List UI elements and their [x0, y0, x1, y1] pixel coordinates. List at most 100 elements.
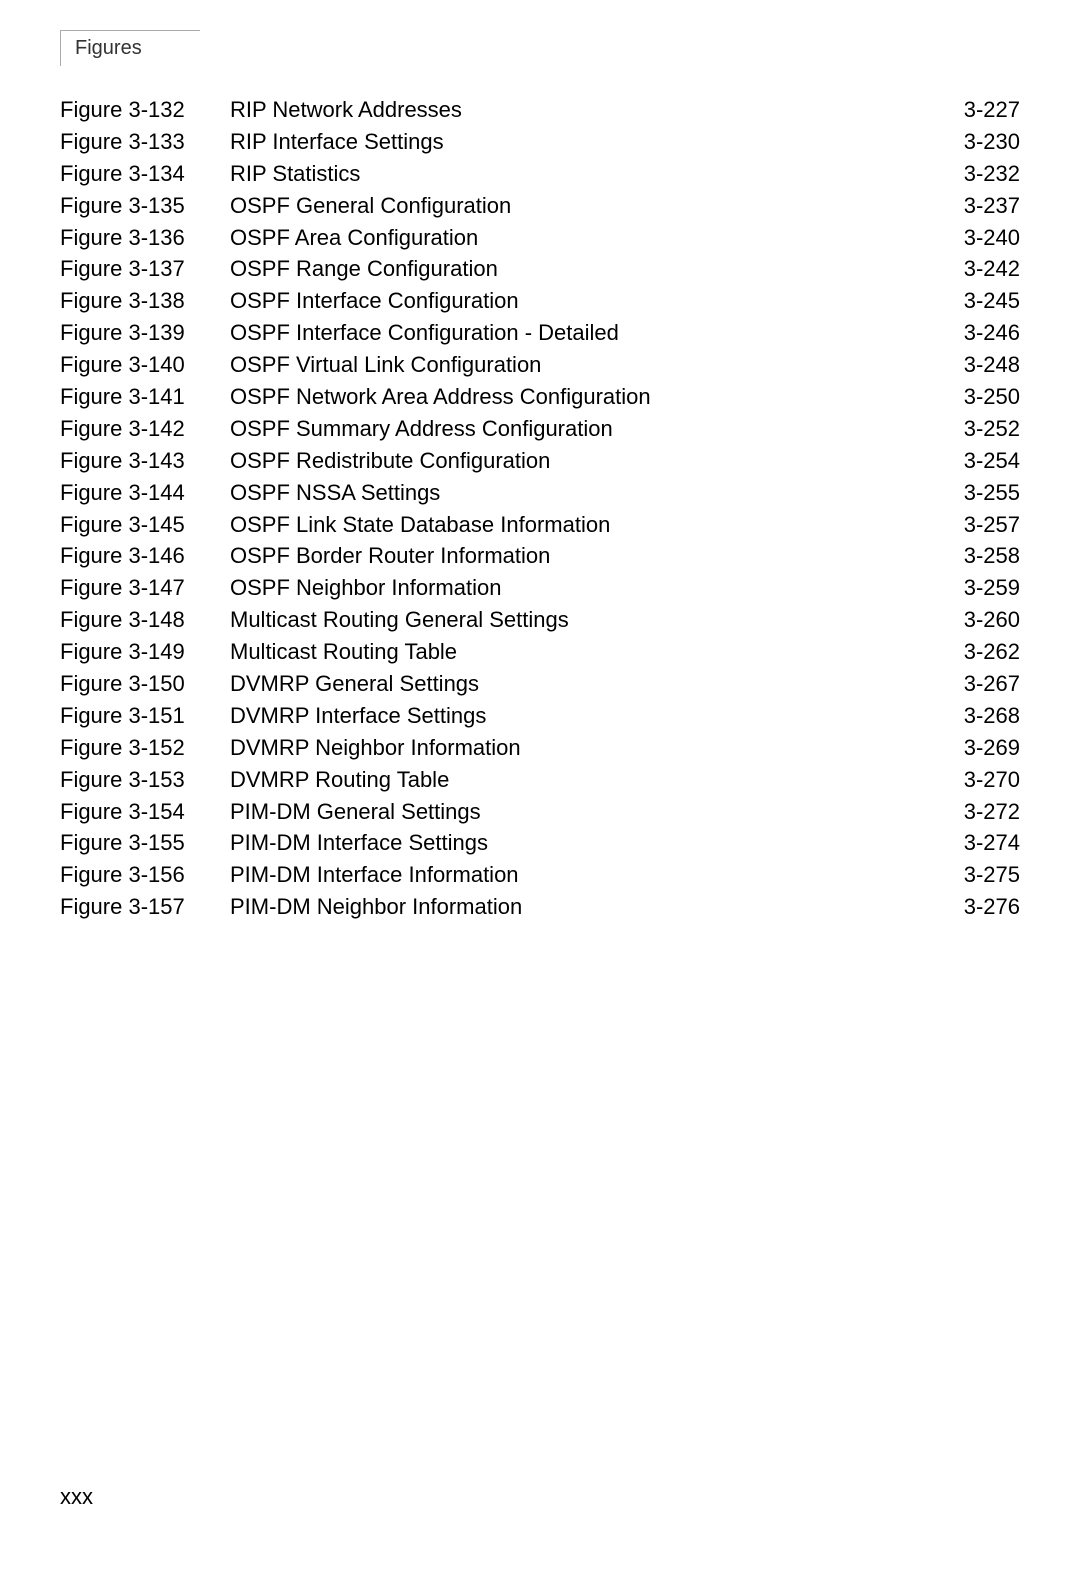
figure-row: Figure 3-142OSPF Summary Address Configu…: [60, 413, 1020, 445]
figure-page: 3-248: [930, 349, 1020, 381]
page-number: xxx: [60, 1484, 93, 1510]
figure-title: OSPF General Configuration: [230, 190, 930, 222]
figure-row: Figure 3-150DVMRP General Settings3-267: [60, 668, 1020, 700]
figure-id: Figure 3-134: [60, 158, 230, 190]
figure-row: Figure 3-139OSPF Interface Configuration…: [60, 317, 1020, 349]
figure-page: 3-255: [930, 477, 1020, 509]
figure-title: PIM-DM Interface Information: [230, 859, 930, 891]
figure-id: Figure 3-139: [60, 317, 230, 349]
figure-title: DVMRP Interface Settings: [230, 700, 930, 732]
figure-row: Figure 3-138OSPF Interface Configuration…: [60, 285, 1020, 317]
figure-id: Figure 3-133: [60, 126, 230, 158]
figure-row: Figure 3-137OSPF Range Configuration3-24…: [60, 253, 1020, 285]
figure-title: OSPF Border Router Information: [230, 540, 930, 572]
figure-page: 3-250: [930, 381, 1020, 413]
figure-title: OSPF Area Configuration: [230, 222, 930, 254]
figure-title: PIM-DM Interface Settings: [230, 827, 930, 859]
figure-title: OSPF Interface Configuration: [230, 285, 930, 317]
figure-title: OSPF Network Area Address Configuration: [230, 381, 930, 413]
figure-row: Figure 3-135OSPF General Configuration3-…: [60, 190, 1020, 222]
figure-page: 3-276: [930, 891, 1020, 923]
figure-row: Figure 3-141OSPF Network Area Address Co…: [60, 381, 1020, 413]
figure-id: Figure 3-154: [60, 796, 230, 828]
figure-row: Figure 3-152DVMRP Neighbor Information3-…: [60, 732, 1020, 764]
figure-title: Multicast Routing General Settings: [230, 604, 930, 636]
figure-page: 3-240: [930, 222, 1020, 254]
figure-title: OSPF Neighbor Information: [230, 572, 930, 604]
figure-title: DVMRP Routing Table: [230, 764, 930, 796]
figure-page: 3-267: [930, 668, 1020, 700]
figure-page: 3-246: [930, 317, 1020, 349]
figure-page: 3-232: [930, 158, 1020, 190]
figure-id: Figure 3-132: [60, 94, 230, 126]
figure-id: Figure 3-140: [60, 349, 230, 381]
figure-row: Figure 3-143OSPF Redistribute Configurat…: [60, 445, 1020, 477]
figure-row: Figure 3-149Multicast Routing Table3-262: [60, 636, 1020, 668]
figure-row: Figure 3-134RIP Statistics3-232: [60, 158, 1020, 190]
figure-id: Figure 3-136: [60, 222, 230, 254]
figure-title: OSPF Range Configuration: [230, 253, 930, 285]
figure-id: Figure 3-156: [60, 859, 230, 891]
figure-page: 3-270: [930, 764, 1020, 796]
figure-page: 3-272: [930, 796, 1020, 828]
figure-page: 3-258: [930, 540, 1020, 572]
figure-id: Figure 3-135: [60, 190, 230, 222]
figure-id: Figure 3-150: [60, 668, 230, 700]
figure-page: 3-274: [930, 827, 1020, 859]
figure-id: Figure 3-157: [60, 891, 230, 923]
figure-row: Figure 3-147OSPF Neighbor Information3-2…: [60, 572, 1020, 604]
header-tab: Figures: [60, 30, 200, 66]
figure-row: Figure 3-146OSPF Border Router Informati…: [60, 540, 1020, 572]
figure-page: 3-230: [930, 126, 1020, 158]
figure-list: Figure 3-132RIP Network Addresses3-227Fi…: [60, 94, 1020, 923]
figure-row: Figure 3-145OSPF Link State Database Inf…: [60, 509, 1020, 541]
figure-id: Figure 3-144: [60, 477, 230, 509]
figure-page: 3-260: [930, 604, 1020, 636]
figure-title: PIM-DM General Settings: [230, 796, 930, 828]
figure-title: OSPF Interface Configuration - Detailed: [230, 317, 930, 349]
figure-page: 3-257: [930, 509, 1020, 541]
figure-id: Figure 3-146: [60, 540, 230, 572]
figure-row: Figure 3-154PIM-DM General Settings3-272: [60, 796, 1020, 828]
figure-title: OSPF Summary Address Configuration: [230, 413, 930, 445]
figure-row: Figure 3-140OSPF Virtual Link Configurat…: [60, 349, 1020, 381]
figure-title: OSPF NSSA Settings: [230, 477, 930, 509]
figure-id: Figure 3-155: [60, 827, 230, 859]
figure-page: 3-245: [930, 285, 1020, 317]
figure-row: Figure 3-151DVMRP Interface Settings3-26…: [60, 700, 1020, 732]
figure-row: Figure 3-157PIM-DM Neighbor Information3…: [60, 891, 1020, 923]
figure-title: OSPF Virtual Link Configuration: [230, 349, 930, 381]
figure-id: Figure 3-151: [60, 700, 230, 732]
figure-id: Figure 3-141: [60, 381, 230, 413]
figure-page: 3-254: [930, 445, 1020, 477]
figure-row: Figure 3-144OSPF NSSA Settings3-255: [60, 477, 1020, 509]
figure-id: Figure 3-148: [60, 604, 230, 636]
figure-row: Figure 3-153DVMRP Routing Table3-270: [60, 764, 1020, 796]
figure-row: Figure 3-148Multicast Routing General Se…: [60, 604, 1020, 636]
figure-row: Figure 3-133RIP Interface Settings3-230: [60, 126, 1020, 158]
figure-title: RIP Interface Settings: [230, 126, 930, 158]
figure-title: DVMRP General Settings: [230, 668, 930, 700]
figure-page: 3-252: [930, 413, 1020, 445]
figure-page: 3-268: [930, 700, 1020, 732]
figure-page: 3-242: [930, 253, 1020, 285]
figure-page: 3-275: [930, 859, 1020, 891]
figure-title: OSPF Link State Database Information: [230, 509, 930, 541]
figure-id: Figure 3-137: [60, 253, 230, 285]
figure-row: Figure 3-156PIM-DM Interface Information…: [60, 859, 1020, 891]
figure-title: PIM-DM Neighbor Information: [230, 891, 930, 923]
figure-title: RIP Statistics: [230, 158, 930, 190]
figure-id: Figure 3-153: [60, 764, 230, 796]
figure-row: Figure 3-155PIM-DM Interface Settings3-2…: [60, 827, 1020, 859]
figure-page: 3-269: [930, 732, 1020, 764]
figure-title: DVMRP Neighbor Information: [230, 732, 930, 764]
figure-page: 3-237: [930, 190, 1020, 222]
figure-id: Figure 3-147: [60, 572, 230, 604]
figure-title: Multicast Routing Table: [230, 636, 930, 668]
figure-id: Figure 3-152: [60, 732, 230, 764]
figure-id: Figure 3-142: [60, 413, 230, 445]
figure-page: 3-262: [930, 636, 1020, 668]
figure-title: OSPF Redistribute Configuration: [230, 445, 930, 477]
figure-page: 3-227: [930, 94, 1020, 126]
header-title: Figures: [75, 37, 142, 59]
